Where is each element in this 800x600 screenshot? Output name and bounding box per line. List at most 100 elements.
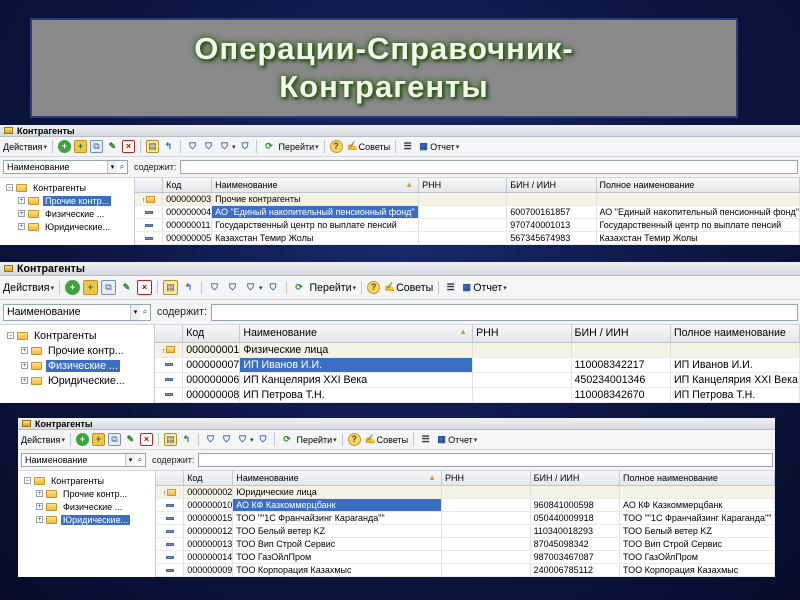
search-field-select[interactable]: Наименование ▾ ⌕ [3,303,151,321]
list-settings-button[interactable]: ☰ [419,433,432,446]
tree-item[interactable]: + Юридические... [0,373,154,388]
expand-icon[interactable]: + [18,197,25,204]
filter-button[interactable]: ⛉ [204,433,217,446]
column-header[interactable]: БИН / ИИН [506,178,597,193]
refresh-button[interactable]: ⛉ [238,140,251,153]
expand-icon[interactable]: + [18,210,25,217]
hierarchy-button[interactable]: ▤ [163,280,178,295]
help-button[interactable]: ? [347,433,361,446]
collapse-icon[interactable]: − [6,184,13,191]
chevron-down-icon[interactable]: ▾ [107,161,117,173]
hierarchy-button[interactable]: ▤ [163,433,177,446]
hierarchy-button[interactable]: ▤ [145,140,159,153]
table-row[interactable]: 000000009 ТОО Корпорация Казахмыс 24000678… [156,563,775,577]
copy-button[interactable]: ⧉ [89,140,103,153]
filter-button[interactable]: ⛉ [207,280,222,295]
expand-icon[interactable]: + [21,347,28,354]
delete-button[interactable]: × [139,433,153,446]
edit-button[interactable]: ✎ [119,280,134,295]
help-button[interactable]: ⟳ [292,280,307,295]
table-row[interactable]: 000000006 ИП Канцелярия XXI Века 450234001… [155,372,800,388]
tree-root-item[interactable]: − Контрагенты [18,474,155,487]
tree-item[interactable]: + Прочие контр... [0,343,154,358]
table-row[interactable]: 000000005 Казахстан Темир Жолы 56734567498… [135,231,800,245]
column-header[interactable]: БИН / ИИН [571,325,672,343]
column-header[interactable]: Код [162,178,213,193]
list-settings-button[interactable]: ☰ [444,281,457,294]
tree-item[interactable]: + Прочие контр... [0,194,134,207]
filter-clear-button[interactable]: ⛉ ▾ [218,140,235,153]
add-folder-button[interactable]: + [83,280,98,295]
list-settings-button[interactable]: ☰ [401,140,414,153]
help-button[interactable]: ⟳ [280,433,293,446]
report-menu-button[interactable]: ▦ Отчет ▾ [435,433,477,446]
chevron-down-icon[interactable]: ▾ [125,454,135,466]
table-row[interactable]: 000000007 ИП Иванов И.И. 110008342217 ИП Ив… [155,357,800,373]
edit-button[interactable]: ✎ [124,433,137,446]
expand-icon[interactable]: + [36,516,43,523]
column-header[interactable]: Полное наименование [619,471,775,486]
column-header-icon[interactable] [156,471,185,486]
expand-icon[interactable]: + [21,362,28,369]
collapse-icon[interactable]: − [7,332,14,339]
column-header-icon[interactable] [135,178,164,193]
search-icon[interactable]: ⌕ [117,161,127,173]
refresh-button[interactable]: ⛉ [256,433,269,446]
search-field-select[interactable]: Наименование ▾ ⌕ [21,453,146,467]
column-header[interactable]: Наименование ▲ [239,325,474,343]
filter-list-button[interactable]: ⛉ [220,433,233,446]
actions-menu-button[interactable]: Действия ▾ [3,282,54,294]
collapse-icon[interactable]: − [24,477,31,484]
tree-item[interactable]: + Физические ... [0,207,134,220]
goto-menu-button[interactable]: Перейти ▾ [310,282,357,294]
actions-menu-button[interactable]: Действия ▾ [21,435,65,445]
table-row[interactable]: 000000015 ТОО ""1С Франчайзинг Караганда"… [156,511,775,525]
table-row[interactable]: 000000010 АО КФ Казкоммерцбанк 96084100059… [156,498,775,512]
actions-menu-button[interactable]: Действия ▾ [3,142,47,152]
level-up-button[interactable]: ↰ [162,140,175,153]
add-folder-button[interactable]: + [91,433,105,446]
tree-item[interactable]: + Физические ... [0,358,154,373]
tree-item[interactable]: + Прочие контр... [18,487,155,500]
level-up-button[interactable]: ↰ [180,433,193,446]
help-button[interactable]: ⟳ [262,140,275,153]
expand-icon[interactable]: + [18,223,25,230]
column-header[interactable]: Код [182,325,241,343]
table-row[interactable]: 000000004 АО "Единый накопительный пенсио… [135,205,800,219]
tree-item[interactable]: + Юридические... [18,513,155,526]
add-button[interactable]: + [75,433,89,446]
add-button[interactable]: + [57,140,71,153]
expand-icon[interactable]: + [36,490,43,497]
tips-button[interactable]: ✍ Советы [364,433,409,446]
add-button[interactable]: + [65,280,80,295]
delete-button[interactable]: × [121,140,135,153]
search-icon[interactable]: ⌕ [135,454,145,466]
copy-button[interactable]: ⧉ [101,280,116,295]
column-header[interactable]: БИН / ИИН [530,471,621,486]
table-row[interactable]: 000000012 ТОО Белый ветер KZ 110340018293 Т… [156,524,775,538]
tips-button[interactable]: ✍ Советы [346,140,391,153]
expand-icon[interactable]: + [36,503,43,510]
table-row[interactable]: 000000008 ИП Петрова Т.Н. 110008342670 ИП П… [155,387,800,403]
expand-icon[interactable]: + [21,377,28,384]
help-button[interactable]: ? [367,281,381,294]
column-header-icon[interactable] [155,325,184,343]
contains-search-input[interactable] [180,160,798,174]
contains-search-input[interactable] [210,303,798,321]
add-folder-button[interactable]: + [73,140,87,153]
column-header[interactable]: РНН [441,471,531,486]
group-row[interactable]: ↑ 000000003 Прочие контрагенты [135,192,800,206]
goto-menu-button[interactable]: Перейти ▾ [278,142,318,152]
search-field-select[interactable]: Наименование ▾ ⌕ [3,160,128,174]
copy-button[interactable]: ⧉ [107,433,121,446]
column-header[interactable]: Полное наименование [596,178,800,193]
column-header[interactable]: Наименование ▲ [211,178,420,193]
table-row[interactable]: 000000014 ТОО ГазОйлПром 987003467087 ТОО Г… [156,550,775,564]
group-row[interactable]: ↑ 000000001 Физические лица [155,342,800,358]
column-header[interactable]: Наименование ▲ [232,471,443,486]
help-button[interactable]: ? [329,140,343,153]
column-header[interactable]: Код [183,471,234,486]
delete-button[interactable]: × [137,280,152,295]
group-row[interactable]: ↑ 000000002 Юридические лица [156,485,775,499]
column-header[interactable]: РНН [472,325,572,343]
